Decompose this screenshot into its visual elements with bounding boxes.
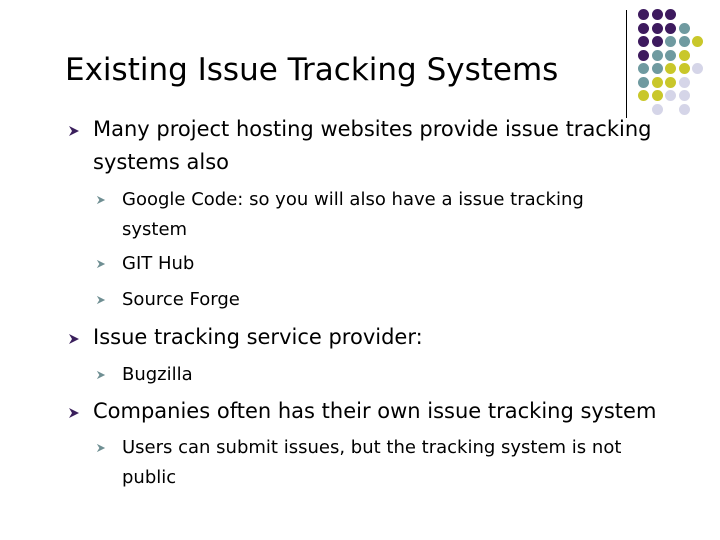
purple-dot [638, 9, 649, 20]
bullet-text: Many project hosting websites provide is… [93, 117, 652, 141]
lavender-dot [651, 103, 663, 115]
purple-dot [638, 49, 649, 61]
yellow-dot [651, 90, 663, 101]
teal-dot [638, 76, 649, 88]
lavender-dot [678, 103, 690, 115]
teal-dot [678, 36, 690, 47]
sub-bullet-text-continued: system [122, 219, 188, 240]
purple-dot [638, 22, 649, 34]
arrowhead-bullet-icon [96, 195, 108, 207]
purple-dot [665, 22, 676, 34]
arrowhead-bullet-icon [96, 370, 108, 382]
sub-bullet-text: Source Forge [122, 289, 240, 310]
arrowhead-bullet-icon [96, 443, 108, 455]
slide-title: Existing Issue Tracking Systems [65, 52, 559, 88]
sub-bullet-text: Users can submit issues, but the trackin… [122, 437, 622, 458]
lavender-dot [665, 90, 676, 101]
purple-dot [651, 36, 663, 47]
sub-bullet-text-continued: public [122, 467, 177, 488]
teal-dot [665, 36, 676, 47]
bullet-text-continued: systems also [93, 150, 230, 174]
yellow-dot [678, 49, 690, 61]
teal-dot [651, 63, 663, 74]
lavender-dot [692, 63, 703, 74]
yellow-dot [665, 76, 676, 88]
yellow-dot [665, 63, 676, 74]
purple-dot [638, 36, 649, 47]
lavender-dot [678, 90, 690, 101]
yellow-dot [678, 63, 690, 74]
purple-dot [651, 9, 663, 20]
purple-dot [651, 22, 663, 34]
teal-dot [651, 49, 663, 61]
yellow-dot [651, 76, 663, 88]
lavender-dot [678, 76, 690, 88]
arrowhead-bullet-icon [96, 295, 108, 307]
teal-dot [638, 63, 649, 74]
sub-bullet-text: Google Code: so you will also have a iss… [122, 189, 584, 210]
yellow-dot [638, 90, 649, 101]
arrowhead-bullet-icon [96, 259, 108, 271]
teal-dot [678, 22, 690, 34]
arrowhead-bullet-icon [68, 333, 80, 345]
bullet-text: Issue tracking service provider: [93, 325, 423, 349]
teal-dot [665, 49, 676, 61]
bullet-text: Companies often has their own issue trac… [93, 399, 657, 423]
decorative-vertical-line [626, 10, 627, 118]
sub-bullet-text: Bugzilla [122, 364, 193, 385]
purple-dot [665, 9, 676, 20]
arrowhead-bullet-icon [68, 407, 80, 419]
arrowhead-bullet-icon [68, 125, 80, 137]
sub-bullet-text: GIT Hub [122, 253, 195, 274]
yellow-dot [692, 36, 703, 47]
